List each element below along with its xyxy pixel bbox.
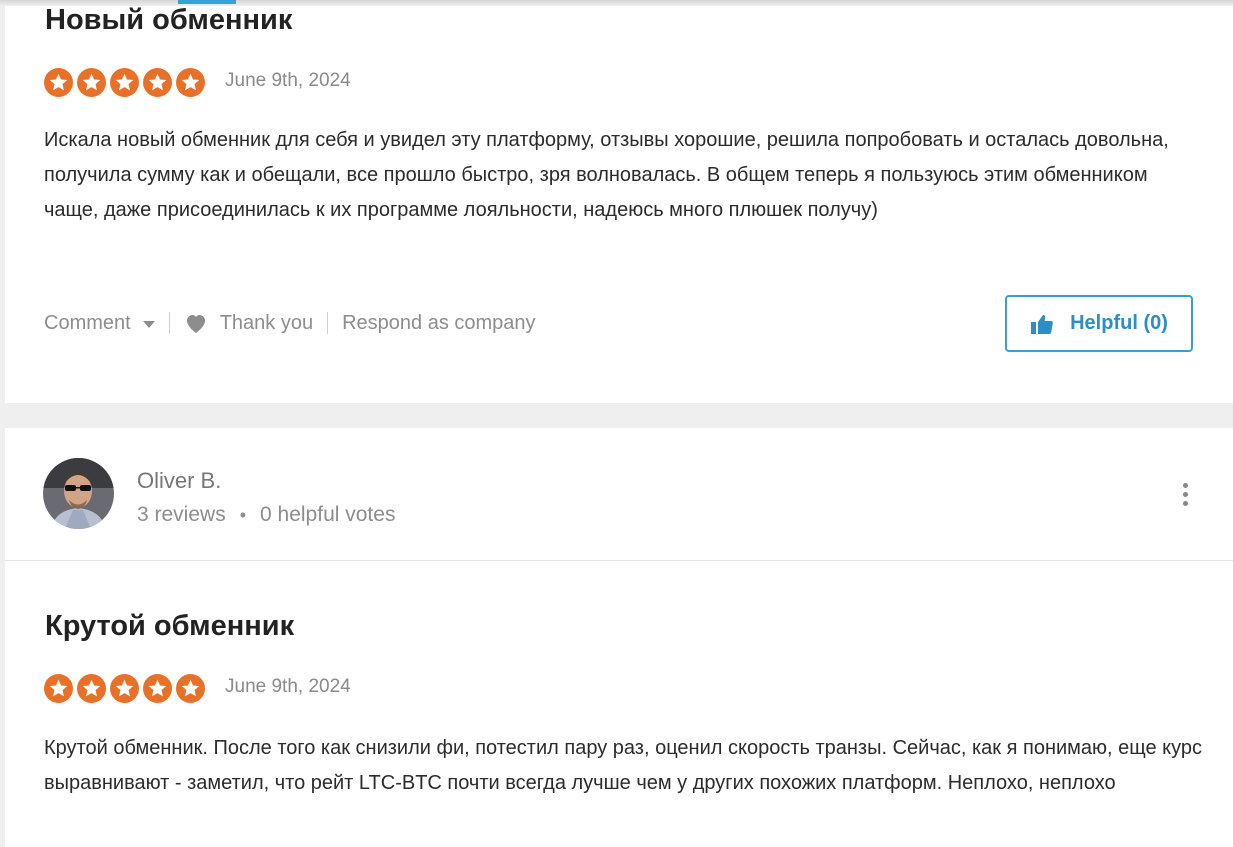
star-icon xyxy=(77,68,106,97)
star-icon xyxy=(110,674,139,703)
review-date: June 9th, 2024 xyxy=(225,70,351,91)
author-review-count: 3 reviews xyxy=(137,503,226,526)
active-tab-indicator xyxy=(178,0,236,4)
author-meta: 3 reviews • 0 helpful votes xyxy=(137,503,395,527)
star-icon xyxy=(44,674,73,703)
thank-you-button[interactable]: Thank you xyxy=(184,312,313,335)
comment-button[interactable]: Comment xyxy=(44,312,155,335)
review-title: Новый обменник xyxy=(45,4,293,36)
review-date: June 9th, 2024 xyxy=(225,676,351,697)
star-icon xyxy=(143,674,172,703)
star-rating xyxy=(44,68,205,97)
review-text: Искала новый обменник для себя и увидел … xyxy=(44,129,1169,221)
helpful-button[interactable]: Helpful (0) xyxy=(1005,295,1193,352)
heart-icon xyxy=(184,312,208,334)
review-text: Крутой обменник. После того как снизили … xyxy=(44,737,1203,794)
avatar[interactable] xyxy=(43,458,114,529)
review-card: Oliver B. 3 reviews • 0 helpful votes Крут… xyxy=(5,428,1233,847)
helpful-label: Helpful (0) xyxy=(1070,312,1168,334)
star-icon xyxy=(110,68,139,97)
thank-you-label: Thank you xyxy=(219,311,314,334)
thumbs-up-icon xyxy=(1030,313,1054,335)
author-name[interactable]: Oliver B. xyxy=(137,468,221,494)
bullet-separator: • xyxy=(239,505,247,525)
divider xyxy=(5,560,1233,561)
divider xyxy=(327,312,329,334)
chevron-down-icon xyxy=(142,320,155,328)
comment-label: Comment xyxy=(44,311,131,334)
author-helpful-votes: 0 helpful votes xyxy=(260,503,396,526)
star-icon xyxy=(176,68,205,97)
review-actions: Comment Thank you Respond as company xyxy=(44,310,536,336)
star-rating xyxy=(44,674,205,703)
star-icon xyxy=(77,674,106,703)
star-icon xyxy=(176,674,205,703)
review-card: Новый обменник June 9th, 2024 Искала нов… xyxy=(5,0,1233,403)
review-title: Крутой обменник xyxy=(45,610,295,642)
respond-as-company-link[interactable]: Respond as company xyxy=(342,312,535,335)
star-icon xyxy=(143,68,172,97)
more-vertical-icon[interactable] xyxy=(1175,483,1195,509)
divider xyxy=(168,312,170,334)
star-icon xyxy=(44,68,73,97)
